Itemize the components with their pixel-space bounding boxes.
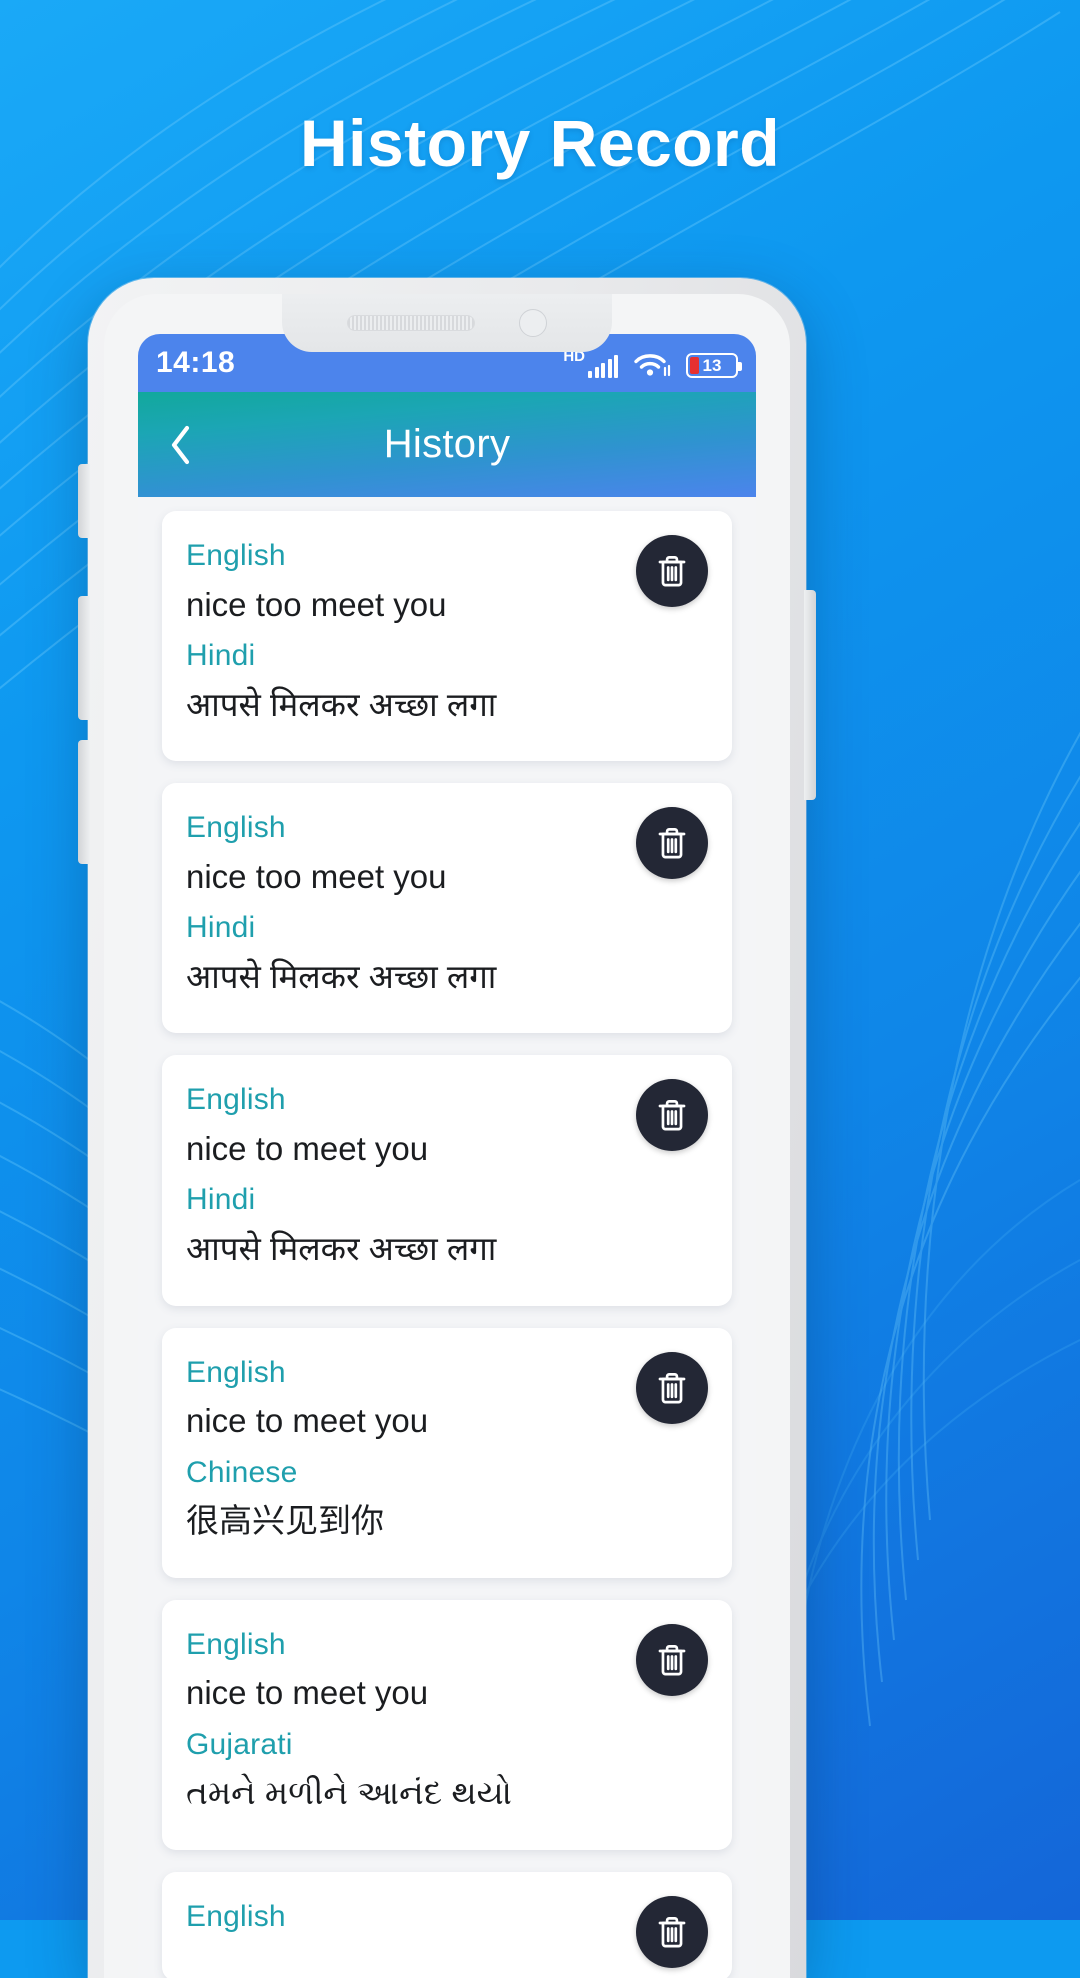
source-text [186,1939,602,1947]
page-title: History [383,422,511,466]
delete-button[interactable] [636,1079,708,1152]
source-text: nice to meet you [186,1129,429,1167]
app-header: History [138,392,756,497]
target-text [186,1947,602,1955]
target-language-label: Chinese [186,1455,298,1489]
target-text: તમને મળીને આનંદ થયો [186,1774,512,1812]
wifi-icon [632,348,672,378]
status-bar-icons: HD 13 [563,348,742,378]
target-text: आपसे मिलकर अच्छा लगा [186,685,497,723]
phone-extra-button [78,740,90,864]
battery-level: 13 [702,356,722,375]
delete-button[interactable] [636,535,708,607]
source-text: nice to meet you [186,1402,429,1440]
phone-volume-up-button [78,464,90,538]
delete-button[interactable] [636,1895,708,1968]
source-text: nice to meet you [186,1674,429,1712]
history-list-item[interactable]: English [162,1871,732,1978]
target-text: आपसे मिलकर अच्छा लगा [186,1230,497,1268]
trash-icon [658,1100,686,1131]
delete-button[interactable] [636,807,708,880]
target-language-label: Gujarati [186,1727,293,1761]
target-language-label: Hindi [186,911,256,945]
history-list[interactable]: English nice too meet you Hindi आपसे मिल… [138,497,756,1978]
target-language-label: Hindi [186,1183,256,1217]
target-text: आपसे मिलकर अच्छा लगा [186,957,497,995]
chevron-left-icon[interactable] [156,421,204,469]
source-language-label: English [186,811,286,845]
phone-notch [282,294,612,352]
front-camera-icon [519,309,547,337]
trash-icon [658,1372,686,1403]
promo-title: History Record [299,106,781,180]
phone-mockup: 14:18 HD 13 History English nice too mee… [78,278,816,1978]
target-language-label: Hindi [186,639,256,673]
chevron-left-glyph [171,425,190,464]
delete-button[interactable] [636,1351,708,1424]
history-list-item[interactable]: English nice too meet you Hindi आपसे मिल… [162,783,732,1034]
history-list-item[interactable]: English nice to meet you Gujarati તમને મ… [162,1599,732,1850]
battery-icon: 13 [686,353,742,378]
source-language-label: English [186,1627,286,1661]
source-language-label: English [186,1083,286,1117]
phone-power-button [804,590,816,800]
trash-icon [658,556,686,587]
speaker-grille [347,315,475,331]
trash-icon [658,828,686,859]
history-list-item[interactable]: English nice too meet you Hindi आपसे मिल… [162,511,732,762]
source-language-label: English [186,1899,286,1933]
target-text: 很高兴见到你 [186,1502,384,1540]
trash-icon [658,1916,686,1948]
status-bar-clock: 14:18 [156,346,236,379]
source-language-label: English [186,539,286,572]
history-list-item[interactable]: English nice to meet you Hindi आपसे मिलक… [162,1055,732,1306]
delete-button[interactable] [636,1623,708,1696]
phone-body: 14:18 HD 13 History English nice too mee… [104,294,790,1978]
phone-volume-down-button [78,596,90,720]
source-text: nice too meet you [186,857,447,895]
source-language-label: English [186,1355,286,1389]
signal-bars-icon: HD [563,349,618,378]
phone-screen: 14:18 HD 13 History English nice too mee… [138,334,756,1978]
source-text: nice too meet you [186,585,447,623]
history-list-item[interactable]: English nice to meet you Chinese 很高兴见到你 [162,1327,732,1578]
trash-icon [658,1644,686,1676]
